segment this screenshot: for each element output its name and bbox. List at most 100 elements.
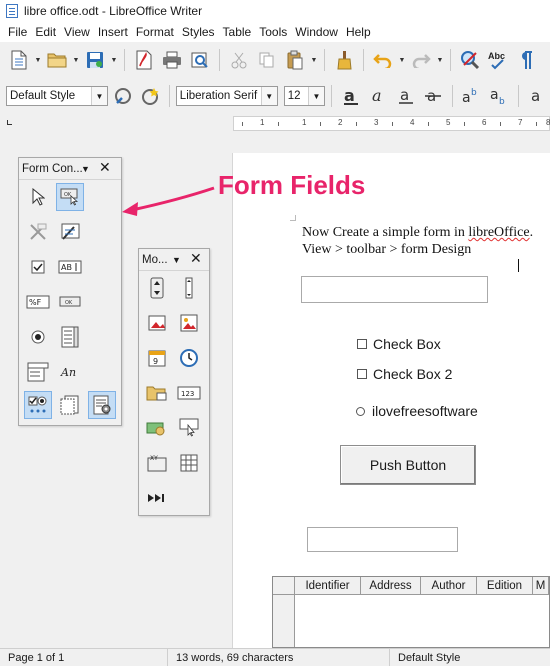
control-wizards-icon[interactable] xyxy=(56,218,84,246)
push-button[interactable]: Push Button xyxy=(340,445,476,485)
open-dropdown-chevron-icon[interactable]: ▼ xyxy=(72,47,80,73)
label-field-control-icon[interactable]: An xyxy=(56,358,84,386)
currency-field-control-icon[interactable] xyxy=(143,414,171,442)
paste-dropdown-chevron-icon[interactable]: ▼ xyxy=(310,47,318,73)
font-name-select[interactable]: Liberation Serif ▼ xyxy=(175,86,278,106)
menu-styles[interactable]: Styles xyxy=(178,25,219,39)
redo-dropdown-chevron-icon[interactable]: ▼ xyxy=(436,47,444,73)
undo-icon[interactable] xyxy=(370,47,396,73)
document-line-1[interactable]: Now Create a simple form in libreOffice. xyxy=(302,225,533,241)
tab-stop-icon[interactable] xyxy=(7,120,12,125)
cut-icon[interactable] xyxy=(226,47,252,73)
menu-window[interactable]: Window xyxy=(291,25,342,39)
menu-table[interactable]: Table xyxy=(219,25,256,39)
status-word-count[interactable]: 13 words, 69 characters xyxy=(168,648,390,666)
new-style-icon[interactable] xyxy=(137,83,162,109)
table-header-m[interactable]: M xyxy=(533,577,549,595)
form-controls-header[interactable]: Form Con... ▼ ✕ xyxy=(19,158,121,180)
status-page-count[interactable]: Page 1 of 1 xyxy=(0,648,168,666)
toolbar-menu-chevron-icon[interactable]: ▼ xyxy=(81,164,90,174)
more-controls-icon[interactable] xyxy=(24,391,52,419)
font-size-select[interactable]: 12 ▼ xyxy=(283,86,325,106)
open-folder-icon[interactable] xyxy=(44,47,70,73)
find-replace-icon[interactable] xyxy=(457,47,483,73)
menu-edit[interactable]: Edit xyxy=(31,25,60,39)
scrollbar-control-icon[interactable] xyxy=(175,274,203,302)
push-button-control-icon[interactable]: OK xyxy=(56,183,84,211)
update-style-icon[interactable] xyxy=(110,83,135,109)
table-header-author[interactable]: Author xyxy=(421,577,477,595)
save-dropdown-chevron-icon[interactable]: ▼ xyxy=(110,47,118,73)
bold-icon[interactable]: a xyxy=(338,83,363,109)
superscript-icon[interactable]: ab xyxy=(459,83,484,109)
checkbox-square-icon[interactable] xyxy=(357,339,367,349)
export-pdf-icon[interactable] xyxy=(131,47,157,73)
paragraph-style-select[interactable]: Default Style ▼ xyxy=(6,86,108,106)
print-preview-icon[interactable] xyxy=(187,47,213,73)
design-mode-icon[interactable] xyxy=(24,218,52,246)
radio-circle-icon[interactable] xyxy=(356,406,365,416)
pattern-field-control-icon[interactable] xyxy=(175,414,203,442)
document-line-2[interactable]: View > toolbar > form Design xyxy=(302,242,471,258)
spelling-icon[interactable]: Abc xyxy=(485,47,511,73)
more-controls-header[interactable]: Mo... ▼ ✕ xyxy=(139,249,209,271)
text-box-control-icon[interactable]: AB xyxy=(56,253,84,281)
menu-help[interactable]: Help xyxy=(342,25,375,39)
file-selection-control-icon[interactable] xyxy=(143,379,171,407)
undo-dropdown-chevron-icon[interactable]: ▼ xyxy=(398,47,406,73)
table-header-identifier[interactable]: Identifier xyxy=(295,577,361,595)
image-control-icon[interactable] xyxy=(175,309,203,337)
italic-icon[interactable]: a xyxy=(365,83,390,109)
form-properties-icon[interactable] xyxy=(88,391,116,419)
checkbox-1[interactable]: Check Box xyxy=(357,336,441,352)
subscript-icon[interactable]: ab xyxy=(486,83,511,109)
image-button-control-icon[interactable] xyxy=(143,309,171,337)
table-header-address[interactable]: Address xyxy=(361,577,421,595)
menu-format[interactable]: Format xyxy=(132,25,178,39)
menu-view[interactable]: View xyxy=(60,25,94,39)
group-box-control-icon[interactable]: XY xyxy=(143,449,171,477)
option-button-control-icon[interactable] xyxy=(24,323,52,351)
menu-tools[interactable]: Tools xyxy=(255,25,291,39)
table-body[interactable] xyxy=(295,595,549,647)
formatting-marks-icon[interactable] xyxy=(513,47,539,73)
close-icon[interactable]: ✕ xyxy=(190,250,202,267)
toolbar-menu-chevron-icon[interactable]: ▼ xyxy=(172,255,181,265)
chevron-down-icon[interactable]: ▼ xyxy=(307,87,324,105)
new-dropdown-chevron-icon[interactable]: ▼ xyxy=(34,47,42,73)
row-selector-column[interactable] xyxy=(273,595,295,647)
formatted-field[interactable] xyxy=(307,527,458,552)
select-pointer-icon[interactable] xyxy=(24,183,52,211)
paste-icon[interactable] xyxy=(282,47,308,73)
date-field-control-icon[interactable]: 9 xyxy=(143,344,171,372)
print-icon[interactable] xyxy=(159,47,185,73)
menu-file[interactable]: File xyxy=(4,25,31,39)
close-icon[interactable]: ✕ xyxy=(99,159,111,176)
new-document-icon[interactable] xyxy=(6,47,32,73)
clone-formatting-icon[interactable] xyxy=(331,47,357,73)
chevron-down-icon[interactable]: ▼ xyxy=(90,87,107,105)
status-page-style[interactable]: Default Style xyxy=(390,649,550,666)
table-control[interactable]: Identifier Address Author Edition M xyxy=(272,576,550,648)
push-button-small-icon[interactable]: OK xyxy=(56,288,84,316)
copy-icon[interactable] xyxy=(254,47,280,73)
underline-icon[interactable]: a xyxy=(393,83,418,109)
strikethrough-icon[interactable]: a xyxy=(420,83,445,109)
spin-button-control-icon[interactable] xyxy=(143,274,171,302)
text-box-field[interactable] xyxy=(301,276,488,303)
table-control-icon[interactable] xyxy=(175,449,203,477)
checkbox-square-icon[interactable] xyxy=(357,369,367,379)
redo-icon[interactable] xyxy=(408,47,434,73)
form-design-icon[interactable] xyxy=(56,391,84,419)
combo-box-control-icon[interactable] xyxy=(24,358,52,386)
list-box-control-icon[interactable] xyxy=(56,323,84,351)
formatted-field-control-icon[interactable]: %F xyxy=(24,288,52,316)
menu-insert[interactable]: Insert xyxy=(94,25,132,39)
save-icon[interactable] xyxy=(82,47,108,73)
checkbox-2[interactable]: Check Box 2 xyxy=(357,366,452,382)
clear-formatting-icon[interactable]: a xyxy=(525,83,550,109)
check-box-control-icon[interactable] xyxy=(24,253,52,281)
horizontal-ruler[interactable]: 1 1 2 3 4 5 6 7 8 xyxy=(233,116,550,131)
time-field-control-icon[interactable] xyxy=(175,344,203,372)
numerical-field-control-icon[interactable]: 123 xyxy=(175,379,203,407)
